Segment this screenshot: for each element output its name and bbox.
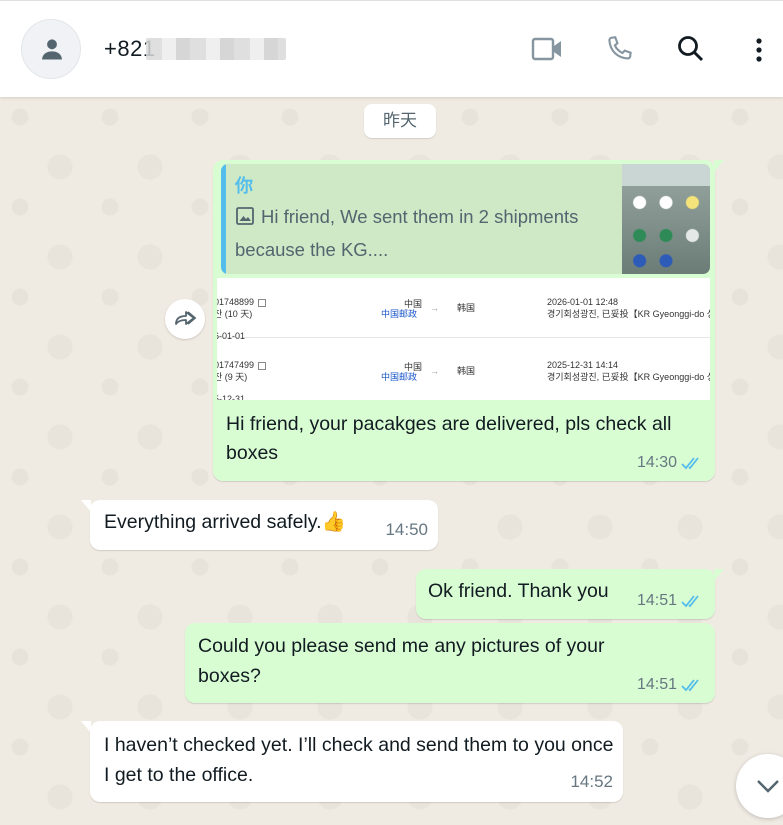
message-meta: 14:51 xyxy=(637,586,705,615)
menu-icon[interactable] xyxy=(754,31,764,72)
copy-icon xyxy=(258,298,267,307)
bubble-tail xyxy=(81,500,91,512)
date-divider: 昨天 xyxy=(364,104,436,138)
read-ticks-icon xyxy=(681,593,705,609)
message-meta: 14:30 xyxy=(637,448,705,477)
read-ticks-icon xyxy=(681,677,705,693)
chevron-down-icon xyxy=(757,780,779,793)
image-icon xyxy=(235,205,255,235)
quote-snippet: Hi friend, We sent them in 2 shipments b… xyxy=(235,206,579,260)
tracking-arrow: → xyxy=(430,303,439,313)
tracking-start-date: 5-12-31 xyxy=(217,394,246,400)
tracking-carrier: 中国邮政 xyxy=(381,372,418,382)
forward-icon xyxy=(175,311,197,325)
video-call-icon[interactable] xyxy=(530,31,564,72)
message-text: Ok friend. Thank you xyxy=(428,580,609,602)
message-meta: 14:51 xyxy=(637,670,705,699)
message-meta: 14:52 xyxy=(570,767,613,796)
quote-image-thumbnail xyxy=(622,164,710,274)
search-icon[interactable] xyxy=(676,31,706,72)
tracking-row: 01747499 잔 (9 天) 5-12-31 中国 中国邮政 → 韩国 20… xyxy=(217,341,710,400)
person-icon xyxy=(42,39,62,60)
message-time: 14:52 xyxy=(570,772,613,791)
message-bubble-outgoing[interactable]: 你 Hi friend, We sent them in 2 shipments… xyxy=(213,160,724,481)
read-ticks-icon xyxy=(681,455,705,471)
bubble-tail xyxy=(81,721,91,733)
tracking-destination: 韩国 xyxy=(457,366,476,376)
tracking-carrier: 中国邮政 xyxy=(381,309,418,319)
chat-header: +821 xyxy=(0,0,783,97)
quote-bar xyxy=(221,164,226,274)
message-time: 14:51 xyxy=(636,676,677,693)
message-time: 14:51 xyxy=(636,592,677,609)
message-text: Everything arrived safely.👍 xyxy=(104,511,346,533)
quote-author: 你 xyxy=(235,176,253,196)
message-time: 14:30 xyxy=(636,454,677,471)
bubble-tail xyxy=(714,160,724,172)
tracking-row: 01748899 잔 (10 天) 6-01-01 中国 中国邮政 → 韩国 2… xyxy=(217,278,710,341)
message-text: Could you please send me any pictures of… xyxy=(198,635,605,687)
tracking-screenshot[interactable]: 01748899 잔 (10 天) 6-01-01 中国 中国邮政 → 韩国 2… xyxy=(217,278,710,400)
copy-icon xyxy=(258,361,267,370)
message-meta: 14:50 xyxy=(385,515,428,544)
message-time: 14:50 xyxy=(385,520,428,539)
quoted-message[interactable]: 你 Hi friend, We sent them in 2 shipments… xyxy=(221,164,710,274)
tracking-arrow: → xyxy=(430,366,439,376)
redacted-number xyxy=(146,38,286,60)
forward-button[interactable] xyxy=(165,299,205,339)
tracking-destination: 韩国 xyxy=(457,303,476,313)
quote-text: Hi friend, We sent them in 2 shipments b… xyxy=(235,202,615,265)
message-bubble-outgoing[interactable]: Could you please send me any pictures of… xyxy=(185,623,715,703)
voice-call-icon[interactable] xyxy=(603,31,635,72)
message-bubble-outgoing[interactable]: Ok friend. Thank you 14:51 xyxy=(416,569,724,619)
bubble-tail xyxy=(714,569,724,581)
message-text: I haven’t checked yet. I’ll check and se… xyxy=(104,734,614,786)
message-bubble-incoming[interactable]: Everything arrived safely.👍 14:50 xyxy=(81,500,438,550)
tracking-location: 경기회성광진, 已妥投【KR Gyeonggi-do 성 xyxy=(547,309,710,319)
message-bubble-incoming[interactable]: I haven’t checked yet. I’ll check and se… xyxy=(81,721,623,802)
avatar[interactable] xyxy=(21,19,81,79)
tracking-location: 경기회성광진, 已妥投【KR Gyeonggi-do 성 xyxy=(547,372,710,382)
